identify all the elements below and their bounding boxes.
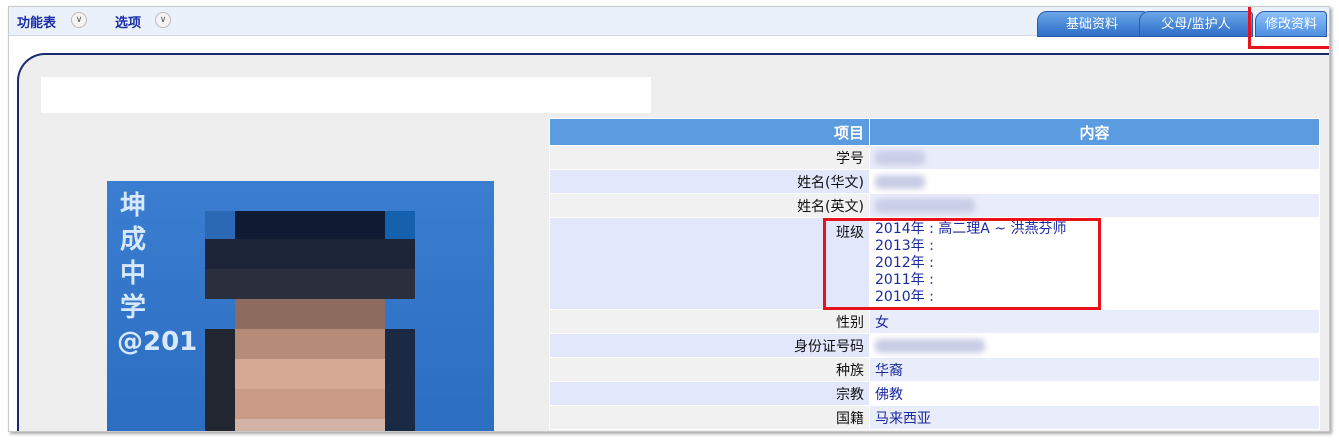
student-photo: 坤成中学@201 — [107, 181, 494, 431]
label-name-en: 姓名(英文) — [549, 193, 870, 218]
label-race: 种族 — [549, 357, 870, 382]
table-row: 国籍 马来西亚 — [549, 405, 1320, 430]
class-entry: 2011年 : — [875, 272, 1314, 289]
photo-watermark: 坤成中学@201 — [117, 191, 198, 357]
value-student-no — [869, 145, 1320, 170]
top-toolbar: 功能表 ∨ 选项 ∨ 基础资料 父母/监护人 修改资料 — [9, 7, 1329, 37]
browser-frame: 功能表 ∨ 选项 ∨ 基础资料 父母/监护人 修改资料 坤成中学@201 项目 … — [8, 6, 1330, 432]
table-row: 性别 女 — [549, 309, 1320, 334]
label-student-no: 学号 — [549, 145, 870, 170]
function-table-menu[interactable]: 功能表 — [17, 12, 56, 31]
blank-input-strip — [41, 77, 651, 113]
label-name-cn: 姓名(华文) — [549, 169, 870, 194]
label-id-no: 身份证号码 — [549, 333, 870, 358]
header-item: 项目 — [549, 118, 870, 146]
class-entry: 2013年 : — [875, 238, 1314, 255]
value-name-cn — [869, 169, 1320, 194]
label-nationality: 国籍 — [549, 405, 870, 430]
value-class: 2014年 : 高二理A ~ 洪燕芬师 2013年 : 2012年 : 2011… — [869, 217, 1320, 310]
class-entry: 2010年 : — [875, 289, 934, 301]
table-row: 姓名(英文) — [549, 193, 1320, 218]
table-row: 身份证号码 — [549, 333, 1320, 358]
chevron-down-icon[interactable]: ∨ — [71, 12, 87, 28]
value-id-no — [869, 333, 1320, 358]
value-gender: 女 — [869, 309, 1320, 334]
tab-parents-guardian[interactable]: 父母/监护人 — [1139, 11, 1253, 37]
main-panel: 坤成中学@201 项目 内容 学号 姓名(华文) 姓名(英文) 班级 2014年… — [17, 53, 1329, 431]
value-name-en — [869, 193, 1320, 218]
label-religion: 宗教 — [549, 381, 870, 406]
value-race: 华裔 — [869, 357, 1320, 382]
student-info-table: 项目 内容 学号 姓名(华文) 姓名(英文) 班级 2014年 : 高二理A ~… — [549, 118, 1320, 430]
tab-basic-info[interactable]: 基础资料 — [1037, 11, 1147, 37]
header-content: 内容 — [869, 118, 1320, 146]
label-gender: 性别 — [549, 309, 870, 334]
tab-edit-info[interactable]: 修改资料 — [1255, 11, 1327, 37]
table-row: 种族 华裔 — [549, 357, 1320, 382]
chevron-down-icon[interactable]: ∨ — [155, 12, 171, 28]
table-row: 学号 — [549, 145, 1320, 170]
label-class: 班级 — [549, 217, 870, 310]
table-row: 姓名(华文) — [549, 169, 1320, 194]
options-menu[interactable]: 选项 — [115, 12, 141, 31]
table-row: 班级 2014年 : 高二理A ~ 洪燕芬师 2013年 : 2012年 : 2… — [549, 217, 1320, 310]
class-entry: 2014年 : 高二理A ~ 洪燕芬师 — [875, 221, 1067, 237]
value-nationality: 马来西亚 — [869, 405, 1320, 430]
table-row: 宗教 佛教 — [549, 381, 1320, 406]
value-religion: 佛教 — [869, 381, 1320, 406]
class-entry: 2012年 : — [875, 255, 1314, 272]
